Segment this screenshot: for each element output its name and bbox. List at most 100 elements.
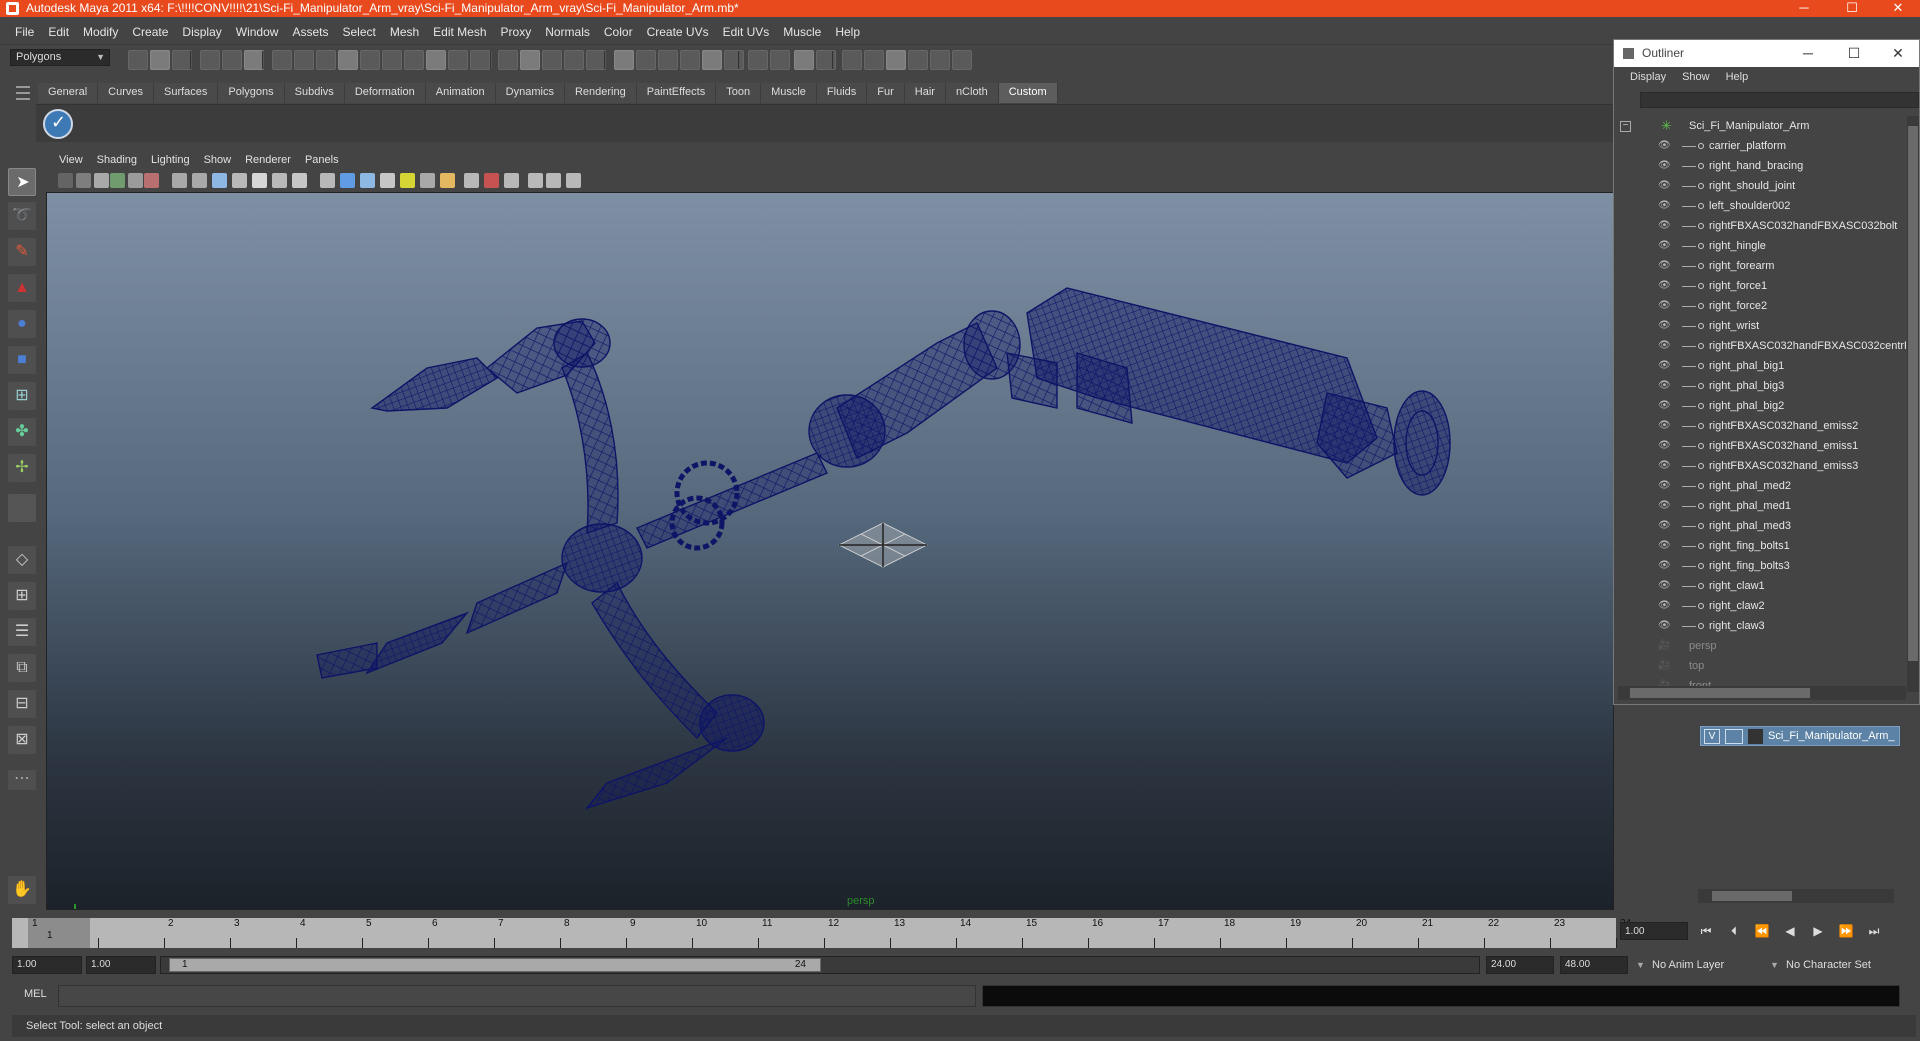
shelf-tab-ncloth[interactable]: nCloth <box>945 83 999 103</box>
status-tool-icon[interactable] <box>864 50 884 70</box>
panel-tool-icon[interactable] <box>420 173 435 188</box>
move-tool-button[interactable]: ▲ <box>8 274 36 302</box>
status-tool-icon[interactable] <box>614 50 634 70</box>
status-tool-icon[interactable] <box>498 50 518 70</box>
menu-edit[interactable]: Edit <box>41 21 76 43</box>
menu-assets[interactable]: Assets <box>285 21 335 43</box>
panel-tool-icon[interactable] <box>128 173 143 188</box>
outliner-item[interactable]: 👁 right_fing_bolts1 <box>1614 536 1906 556</box>
perspective-viewport[interactable]: persp <box>46 192 1614 910</box>
playback-start-field[interactable]: 1.00 <box>86 956 156 974</box>
menu-create[interactable]: Create <box>125 21 175 43</box>
outliner-item[interactable]: 👁 right_force1 <box>1614 276 1906 296</box>
layer-playback-toggle[interactable] <box>1725 729 1743 744</box>
status-tool-icon[interactable] <box>316 50 336 70</box>
menu-edit-uvs[interactable]: Edit UVs <box>716 21 777 43</box>
status-tool-icon[interactable] <box>930 50 950 70</box>
outliner-item[interactable]: 👁 right_forearm <box>1614 256 1906 276</box>
panel-tool-icon[interactable] <box>272 173 287 188</box>
menu-create-uvs[interactable]: Create UVs <box>640 21 716 43</box>
display-layer-row[interactable]: V Sci_Fi_Manipulator_Arm_ <box>1700 726 1900 746</box>
menu-modify[interactable]: Modify <box>76 21 125 43</box>
status-tool-icon[interactable] <box>952 50 972 70</box>
panel-tool-icon[interactable] <box>440 173 455 188</box>
outliner-item[interactable]: 👁 right_phal_big3 <box>1614 376 1906 396</box>
menu-proxy[interactable]: Proxy <box>494 21 539 43</box>
panel-menu-panels[interactable]: Panels <box>298 150 346 171</box>
status-tool-icon[interactable] <box>222 50 242 70</box>
panel-tool-icon[interactable] <box>566 173 581 188</box>
soft-modification-button[interactable]: ✤ <box>8 418 36 446</box>
animation-start-field[interactable]: 1.00 <box>12 956 82 974</box>
outliner-menu-help[interactable]: Help <box>1718 67 1757 87</box>
outliner-menu-show[interactable]: Show <box>1674 67 1718 87</box>
character-set-select[interactable]: ▼ No Character Set <box>1768 956 1906 974</box>
outliner-item[interactable]: 👁 right_claw1 <box>1614 576 1906 596</box>
anim-layer-select[interactable]: ▼ No Anim Layer <box>1634 956 1768 974</box>
outliner-item[interactable]: 👁 right_should_joint <box>1614 176 1906 196</box>
menu-file[interactable]: File <box>8 21 41 43</box>
outliner-item[interactable]: 👁 right_fing_bolts3 <box>1614 556 1906 576</box>
shelf-tab-toon[interactable]: Toon <box>716 83 762 103</box>
go-to-start-button[interactable]: ⏮ <box>1694 921 1718 941</box>
four-view-layout-button[interactable]: ⊞ <box>8 582 36 610</box>
script-language-label[interactable]: MEL <box>24 988 47 1000</box>
outliner-item[interactable]: 👁 left_shoulder002 <box>1614 196 1906 216</box>
menu-muscle[interactable]: Muscle <box>776 21 828 43</box>
layer-visibility-toggle[interactable]: V <box>1704 729 1720 744</box>
step-back-key-button[interactable]: ⏴ <box>1722 921 1746 941</box>
status-tool-icon[interactable] <box>908 50 928 70</box>
status-tool-icon[interactable] <box>842 50 862 70</box>
maximize-button[interactable]: ☐ <box>1832 0 1872 17</box>
lasso-tool-button[interactable]: ➰ <box>8 202 36 230</box>
status-tool-icon[interactable] <box>636 50 656 70</box>
panel-menu-shading[interactable]: Shading <box>90 150 144 171</box>
status-tool-icon[interactable] <box>586 50 606 70</box>
menu-display[interactable]: Display <box>175 21 228 43</box>
status-tool-icon[interactable] <box>338 50 358 70</box>
minimize-button[interactable]: ─ <box>1784 0 1824 17</box>
panel-tool-icon[interactable] <box>94 173 109 188</box>
status-tool-icon[interactable] <box>564 50 584 70</box>
outliner-item[interactable]: 👁 right_phal_med2 <box>1614 476 1906 496</box>
status-tool-icon[interactable] <box>150 50 170 70</box>
panel-tool-icon[interactable] <box>292 173 307 188</box>
menu-help[interactable]: Help <box>828 21 867 43</box>
panel-tool-icon[interactable] <box>144 173 159 188</box>
status-tool-icon[interactable] <box>748 50 768 70</box>
outliner-item[interactable]: 👁 right_hingle <box>1614 236 1906 256</box>
universal-manipulator-button[interactable]: ⊞ <box>8 382 36 410</box>
outliner-item[interactable]: 👁 right_phal_big1 <box>1614 356 1906 376</box>
shelf-options-handle[interactable] <box>14 82 32 142</box>
status-tool-icon[interactable] <box>360 50 380 70</box>
outliner-item[interactable]: 👁 rightFBXASC032handFBXASC032bolt <box>1614 216 1906 236</box>
status-tool-icon[interactable] <box>128 50 148 70</box>
close-button[interactable]: ✕ <box>1878 0 1918 17</box>
panel-menu-show[interactable]: Show <box>197 150 239 171</box>
shelf-tab-muscle[interactable]: Muscle <box>761 83 817 103</box>
status-tool-icon[interactable] <box>448 50 468 70</box>
step-back-frame-button[interactable]: ⏪ <box>1750 921 1774 941</box>
shelf-tab-custom[interactable]: Custom <box>998 83 1058 103</box>
outliner-item[interactable]: 👁 rightFBXASC032hand_emiss2 <box>1614 416 1906 436</box>
status-tool-icon[interactable] <box>724 50 744 70</box>
menu-mesh[interactable]: Mesh <box>383 21 426 43</box>
range-slider-handle[interactable]: 1 24 <box>169 958 821 972</box>
custom-layout-button[interactable]: ⊠ <box>8 726 36 754</box>
mel-command-input[interactable] <box>58 985 976 1007</box>
outliner-item[interactable]: 👁 rightFBXASC032hand_emiss3 <box>1614 456 1906 476</box>
panel-menu-lighting[interactable]: Lighting <box>144 150 197 171</box>
layout-options-button[interactable]: ⋯ <box>8 770 36 790</box>
outliner-menu-display[interactable]: Display <box>1622 67 1674 87</box>
outliner-item[interactable]: 👁 right_wrist <box>1614 316 1906 336</box>
shelf-tab-fluids[interactable]: Fluids <box>816 83 868 103</box>
outliner-item[interactable]: 👁 right_claw2 <box>1614 596 1906 616</box>
panel-menu-view[interactable]: View <box>52 150 90 171</box>
outliner-item[interactable]: 👁 right_force2 <box>1614 296 1906 316</box>
scale-tool-button[interactable]: ■ <box>8 346 36 374</box>
panel-tool-icon[interactable] <box>504 173 519 188</box>
shelf-tab-polygons[interactable]: Polygons <box>218 83 285 103</box>
panel-tool-icon[interactable] <box>232 173 247 188</box>
status-tool-icon[interactable] <box>470 50 490 70</box>
hypershade-layout-button[interactable]: ⊟ <box>8 690 36 718</box>
